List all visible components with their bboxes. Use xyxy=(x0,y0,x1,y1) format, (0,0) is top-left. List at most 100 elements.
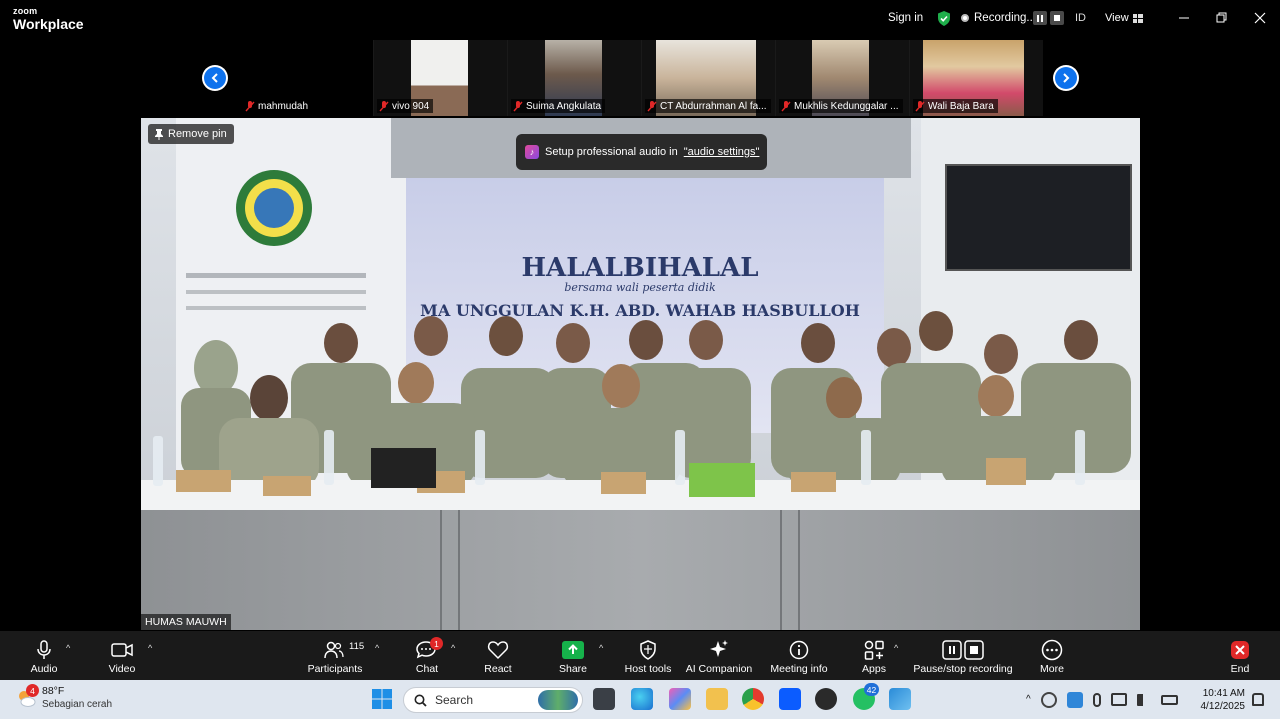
participant-tile[interactable]: CT Abdurrahman Al fa... xyxy=(642,40,775,116)
clock[interactable]: 10:41 AM 4/12/2025 xyxy=(1197,687,1246,713)
audio-settings-link[interactable]: "audio settings" xyxy=(684,146,760,158)
stop-recording-button[interactable] xyxy=(1050,11,1064,25)
recording-controls-icon xyxy=(942,638,984,662)
audio-button[interactable]: Audio xyxy=(24,631,64,680)
logo-line1: zoom xyxy=(13,6,38,16)
muted-mic-icon xyxy=(513,100,523,111)
video-label: Video xyxy=(108,663,136,675)
pause-recording-button[interactable] xyxy=(1033,11,1047,25)
participant-name-tag: Wali Baja Bara xyxy=(913,99,998,113)
video-options-caret[interactable]: ^ xyxy=(148,643,152,653)
muted-mic-icon xyxy=(915,100,925,111)
audio-options-caret[interactable]: ^ xyxy=(66,643,70,653)
recording-dot-icon xyxy=(961,14,969,22)
participants-options-caret[interactable]: ^ xyxy=(375,643,379,653)
show-hidden-icons-icon[interactable]: ^ xyxy=(1026,694,1031,705)
pause-stop-recording-button[interactable]: Pause/stop recording xyxy=(912,631,1014,680)
close-window-button[interactable] xyxy=(1251,9,1269,27)
banner-title: HALALBIHALAL xyxy=(521,253,758,283)
chat-options-caret[interactable]: ^ xyxy=(451,643,455,653)
participant-tile[interactable]: Mukhlis Kedunggalar ... xyxy=(776,40,909,116)
meeting-info-label: Meeting info xyxy=(770,663,828,675)
edge-button[interactable] xyxy=(631,688,653,710)
task-view-button[interactable] xyxy=(593,688,615,710)
participant-tile[interactable]: mahmudah xyxy=(240,40,373,116)
sparkle-icon xyxy=(707,638,731,662)
encryption-shield-icon[interactable] xyxy=(937,11,951,26)
participant-name: mahmudah xyxy=(258,100,309,112)
participant-name: Mukhlis Kedunggalar ... xyxy=(794,100,899,112)
apps-grid-icon xyxy=(862,638,886,662)
participant-name-tag: Mukhlis Kedunggalar ... xyxy=(779,99,903,113)
start-button[interactable] xyxy=(371,688,393,710)
toast-text: Setup professional audio in xyxy=(545,146,678,158)
participant-name-tag: mahmudah xyxy=(243,99,313,113)
meeting-id-button[interactable]: ID xyxy=(1075,12,1086,24)
notification-bell-icon[interactable] xyxy=(1252,693,1264,706)
file-explorer-button[interactable] xyxy=(706,688,728,710)
meeting-toolbar: Audio ^ Video ^ 115 Participants ^ 1 Cha… xyxy=(0,631,1280,680)
display-icon[interactable] xyxy=(1110,693,1127,706)
heart-icon xyxy=(486,638,510,662)
apps-options-caret[interactable]: ^ xyxy=(894,643,898,653)
pause-recording-label: Pause/stop recording xyxy=(913,663,1013,675)
participants-label: Participants xyxy=(307,663,363,675)
video-button[interactable]: Video xyxy=(102,631,142,680)
speaker-icon[interactable] xyxy=(1136,693,1151,706)
camera-icon xyxy=(110,638,134,662)
sign-in-button[interactable]: Sign in xyxy=(888,0,923,36)
participant-name: CT Abdurrahman Al fa... xyxy=(660,100,767,112)
pinned-video[interactable]: HALALBIHALAL bersama wali peserta didik … xyxy=(141,118,1140,630)
view-button[interactable]: View xyxy=(1105,12,1143,24)
zoom-taskbar-button[interactable] xyxy=(779,688,801,710)
ai-companion-button[interactable]: AI Companion xyxy=(684,631,754,680)
banner-school: MA UNGGULAN K.H. ABD. WAHAB HASBULLOH xyxy=(420,301,860,320)
pin-icon xyxy=(155,128,163,140)
remove-pin-button[interactable]: Remove pin xyxy=(148,124,234,144)
host-tools-button[interactable]: Host tools xyxy=(620,631,676,680)
battery-icon[interactable] xyxy=(1160,694,1178,705)
recording-indicator[interactable]: Recording... xyxy=(961,11,1036,25)
restore-button[interactable] xyxy=(1213,9,1231,27)
participant-tile[interactable]: vivo 904 xyxy=(374,40,507,116)
end-label: End xyxy=(1230,663,1250,675)
participants-button[interactable]: 115 Participants xyxy=(302,631,368,680)
share-screen-icon xyxy=(561,638,585,662)
share-button[interactable]: Share xyxy=(555,631,591,680)
app-logo: zoom Workplace xyxy=(13,6,84,32)
meeting-info-button[interactable]: Meeting info xyxy=(767,631,831,680)
pause-icon xyxy=(1037,14,1043,22)
participant-name-tag: Suima Angkulata xyxy=(511,99,606,113)
chat-button[interactable]: 1 Chat xyxy=(410,631,444,680)
end-meeting-button[interactable]: End xyxy=(1224,631,1256,680)
whatsapp-badge: 42 xyxy=(864,683,879,696)
mic-icon[interactable] xyxy=(1092,692,1101,707)
weather-widget[interactable]: 4 88°F Sebagian cerah xyxy=(16,684,112,711)
react-button[interactable]: React xyxy=(480,631,516,680)
share-options-caret[interactable]: ^ xyxy=(599,643,603,653)
minimize-icon xyxy=(1179,17,1189,19)
media-player-button[interactable] xyxy=(815,688,837,710)
chrome-button[interactable] xyxy=(742,688,764,710)
next-page-button[interactable] xyxy=(1053,65,1079,91)
participants-icon xyxy=(322,638,346,662)
participant-tile[interactable]: Suima Angkulata xyxy=(508,40,641,116)
defender-icon[interactable] xyxy=(1066,691,1083,708)
close-icon xyxy=(1254,12,1266,24)
previous-page-button[interactable] xyxy=(202,65,228,91)
ellipsis-icon xyxy=(1040,638,1064,662)
copilot-button[interactable] xyxy=(669,688,691,710)
taskbar-search[interactable]: Search xyxy=(403,687,583,713)
minimize-button[interactable] xyxy=(1175,9,1193,27)
pinned-app-button[interactable] xyxy=(889,688,911,710)
participant-name-tag: vivo 904 xyxy=(377,99,434,113)
clock-time: 10:41 AM xyxy=(1202,688,1245,699)
participant-name: Suima Angkulata xyxy=(526,100,602,112)
whatsapp-button[interactable]: 42 xyxy=(853,683,879,710)
sync-icon[interactable] xyxy=(1040,691,1057,708)
more-button[interactable]: More xyxy=(1036,631,1068,680)
share-label: Share xyxy=(558,663,588,675)
participant-tile[interactable]: Wali Baja Bara xyxy=(910,40,1043,116)
apps-button[interactable]: Apps xyxy=(858,631,890,680)
recording-label: Recording... xyxy=(974,12,1037,24)
